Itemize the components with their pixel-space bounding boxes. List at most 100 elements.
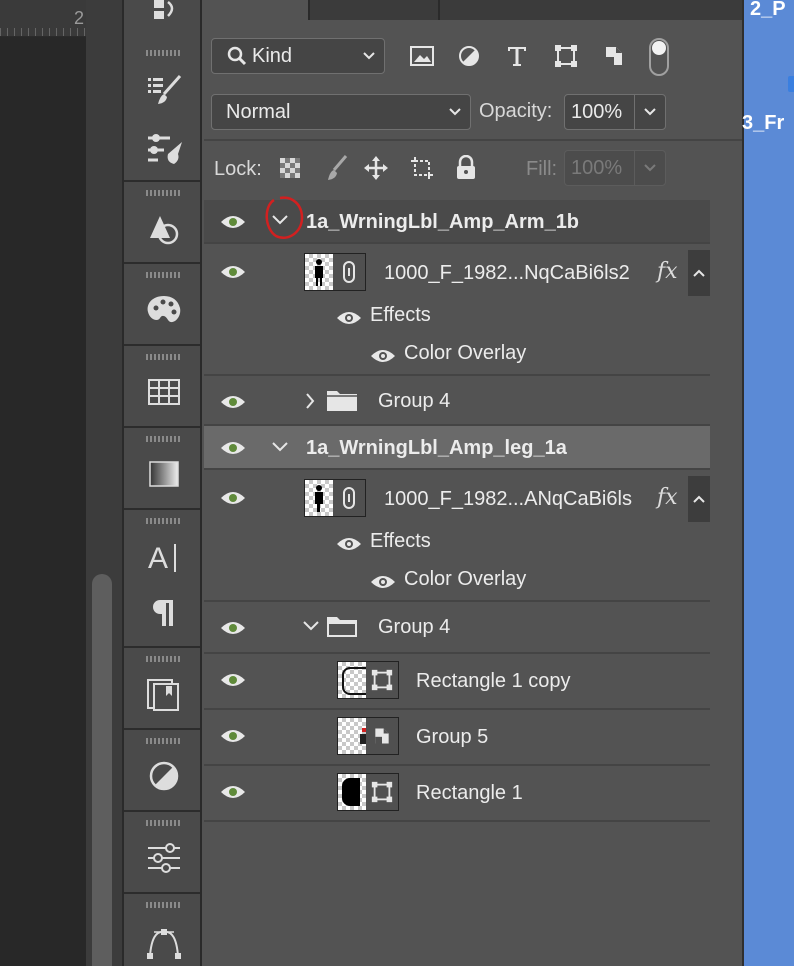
visibility-eye-icon[interactable] [204, 200, 262, 244]
lock-artboard-icon[interactable] [404, 150, 440, 186]
effects-label: Effects [370, 304, 431, 326]
chevron-down-icon[interactable] [271, 441, 289, 453]
folder-icon[interactable] [788, 76, 794, 92]
chevron-down-icon [449, 108, 461, 116]
layer-name: 1a_WrningLbl_Amp_leg_1a [306, 437, 567, 459]
chevron-up-icon [693, 269, 705, 277]
swatches-grid-icon[interactable] [142, 370, 186, 414]
opacity-field[interactable]: 100% [564, 94, 666, 130]
visibility-eye-icon[interactable] [204, 658, 262, 702]
lock-all-icon[interactable] [448, 150, 484, 186]
ruler-number: 2 [74, 8, 85, 28]
character-icon[interactable]: A [142, 534, 186, 578]
chevron-down-icon [644, 164, 656, 172]
opacity-label: Opacity: [479, 100, 553, 122]
collapse-effects-button[interactable] [688, 476, 710, 522]
history-brush-icon[interactable] [142, 0, 186, 36]
paths-icon[interactable] [142, 920, 186, 964]
svg-text:A: A [148, 542, 168, 575]
layer-name: Rectangle 1 [416, 782, 523, 804]
layer-name: 1a_WrningLbl_Amp_Arm_1b [306, 211, 580, 233]
canvas-area[interactable] [0, 0, 86, 966]
layer-effects-row[interactable] [204, 526, 710, 560]
layer-row-group[interactable] [204, 604, 710, 654]
layer-effects-fx-icon[interactable]: fx [657, 485, 678, 510]
brush-settings-icon[interactable] [142, 126, 186, 170]
chevron-down-icon[interactable] [302, 620, 320, 632]
paragraph-icon[interactable] [142, 590, 186, 634]
blend-mode-dropdown[interactable]: Normal [211, 94, 471, 130]
panel-tab-bar [202, 0, 742, 20]
visibility-eye-icon[interactable] [204, 426, 262, 470]
filter-kind-label: Kind [252, 44, 293, 67]
collapse-effects-button[interactable] [688, 250, 710, 296]
lock-image-pixels-icon[interactable] [317, 150, 353, 186]
desktop-file-label[interactable]: 2_P [750, 0, 786, 21]
layer-effects-row[interactable] [204, 300, 710, 334]
panel-divider [204, 139, 742, 141]
lock-label: Lock: [214, 158, 262, 180]
lock-position-icon[interactable] [358, 150, 394, 186]
vector-mask-icon [371, 781, 393, 803]
vector-mask-icon [371, 669, 393, 691]
canvas-scrollbar-thumb[interactable] [92, 574, 112, 966]
layer-name: Rectangle 1 copy [416, 670, 571, 692]
chevron-down-icon [363, 52, 375, 60]
smart-object-filter-icon[interactable] [596, 38, 632, 74]
shape-layer-filter-icon[interactable] [548, 38, 584, 74]
desktop-file-label[interactable]: 3_Fr [742, 112, 784, 135]
layer-thumbnail [337, 717, 399, 755]
gradients-icon[interactable] [142, 452, 186, 496]
chevron-down-icon [644, 108, 656, 116]
fill-value: 100% [571, 156, 623, 179]
properties-icon[interactable] [142, 672, 186, 716]
visibility-eye-icon[interactable] [204, 714, 262, 758]
layer-thumbnail [304, 479, 366, 517]
layer-effects-fx-icon[interactable]: fx [657, 259, 678, 284]
effect-visibility-eye-icon[interactable] [370, 574, 396, 590]
layer-row-group[interactable] [204, 378, 710, 426]
visibility-eye-icon[interactable] [204, 250, 262, 294]
layer-thumbnail [304, 253, 366, 291]
effect-visibility-eye-icon[interactable] [370, 348, 396, 364]
layer-name: Group 4 [378, 616, 451, 638]
filter-kind-dropdown[interactable]: Kind [211, 38, 385, 74]
effects-visibility-eye-icon[interactable] [336, 310, 362, 326]
type-layer-filter-icon[interactable] [499, 38, 535, 74]
layer-name: 1000_F_1982...ANqCaBi6ls [384, 488, 632, 510]
adjustments-icon[interactable] [142, 754, 186, 798]
effects-visibility-eye-icon[interactable] [336, 536, 362, 552]
chevron-up-icon [693, 495, 705, 503]
visibility-eye-icon[interactable] [204, 770, 262, 814]
search-icon [227, 46, 247, 66]
opacity-dropdown-button[interactable] [634, 95, 665, 129]
chevron-right-icon[interactable] [305, 392, 315, 410]
color-overlay-label: Color Overlay [404, 568, 527, 590]
visibility-eye-icon[interactable] [204, 476, 262, 520]
layer-name: Group 4 [378, 390, 451, 412]
color-palette-icon[interactable] [142, 288, 186, 332]
smart-object-link-icon [343, 487, 355, 509]
layer-name: Group 5 [416, 726, 489, 748]
tab-layers[interactable] [202, 0, 308, 20]
layers-scroll-gutter[interactable] [710, 200, 742, 966]
visibility-eye-icon[interactable] [204, 606, 262, 650]
color-overlay-label: Color Overlay [404, 342, 527, 364]
open-folder-icon [327, 617, 357, 637]
desktop-background: 2_P 3_Fr [742, 0, 794, 966]
shapes-icon[interactable] [142, 206, 186, 250]
fill-field[interactable]: 100% [564, 150, 666, 186]
filter-toggle-switch[interactable] [649, 38, 669, 76]
visibility-eye-icon[interactable] [204, 380, 262, 424]
smart-object-link-icon [343, 261, 355, 283]
fill-label: Fill: [526, 158, 558, 180]
layer-thumbnail [337, 661, 399, 699]
lock-transparent-pixels-icon[interactable] [272, 150, 308, 186]
layer-thumbnail [337, 773, 399, 811]
sliders-icon[interactable] [142, 836, 186, 880]
pixel-layer-filter-icon[interactable] [404, 38, 440, 74]
adjustment-layer-filter-icon[interactable] [451, 38, 487, 74]
fill-dropdown-button[interactable] [634, 151, 665, 185]
opacity-value: 100% [571, 100, 623, 123]
brush-list-icon[interactable] [142, 68, 186, 112]
